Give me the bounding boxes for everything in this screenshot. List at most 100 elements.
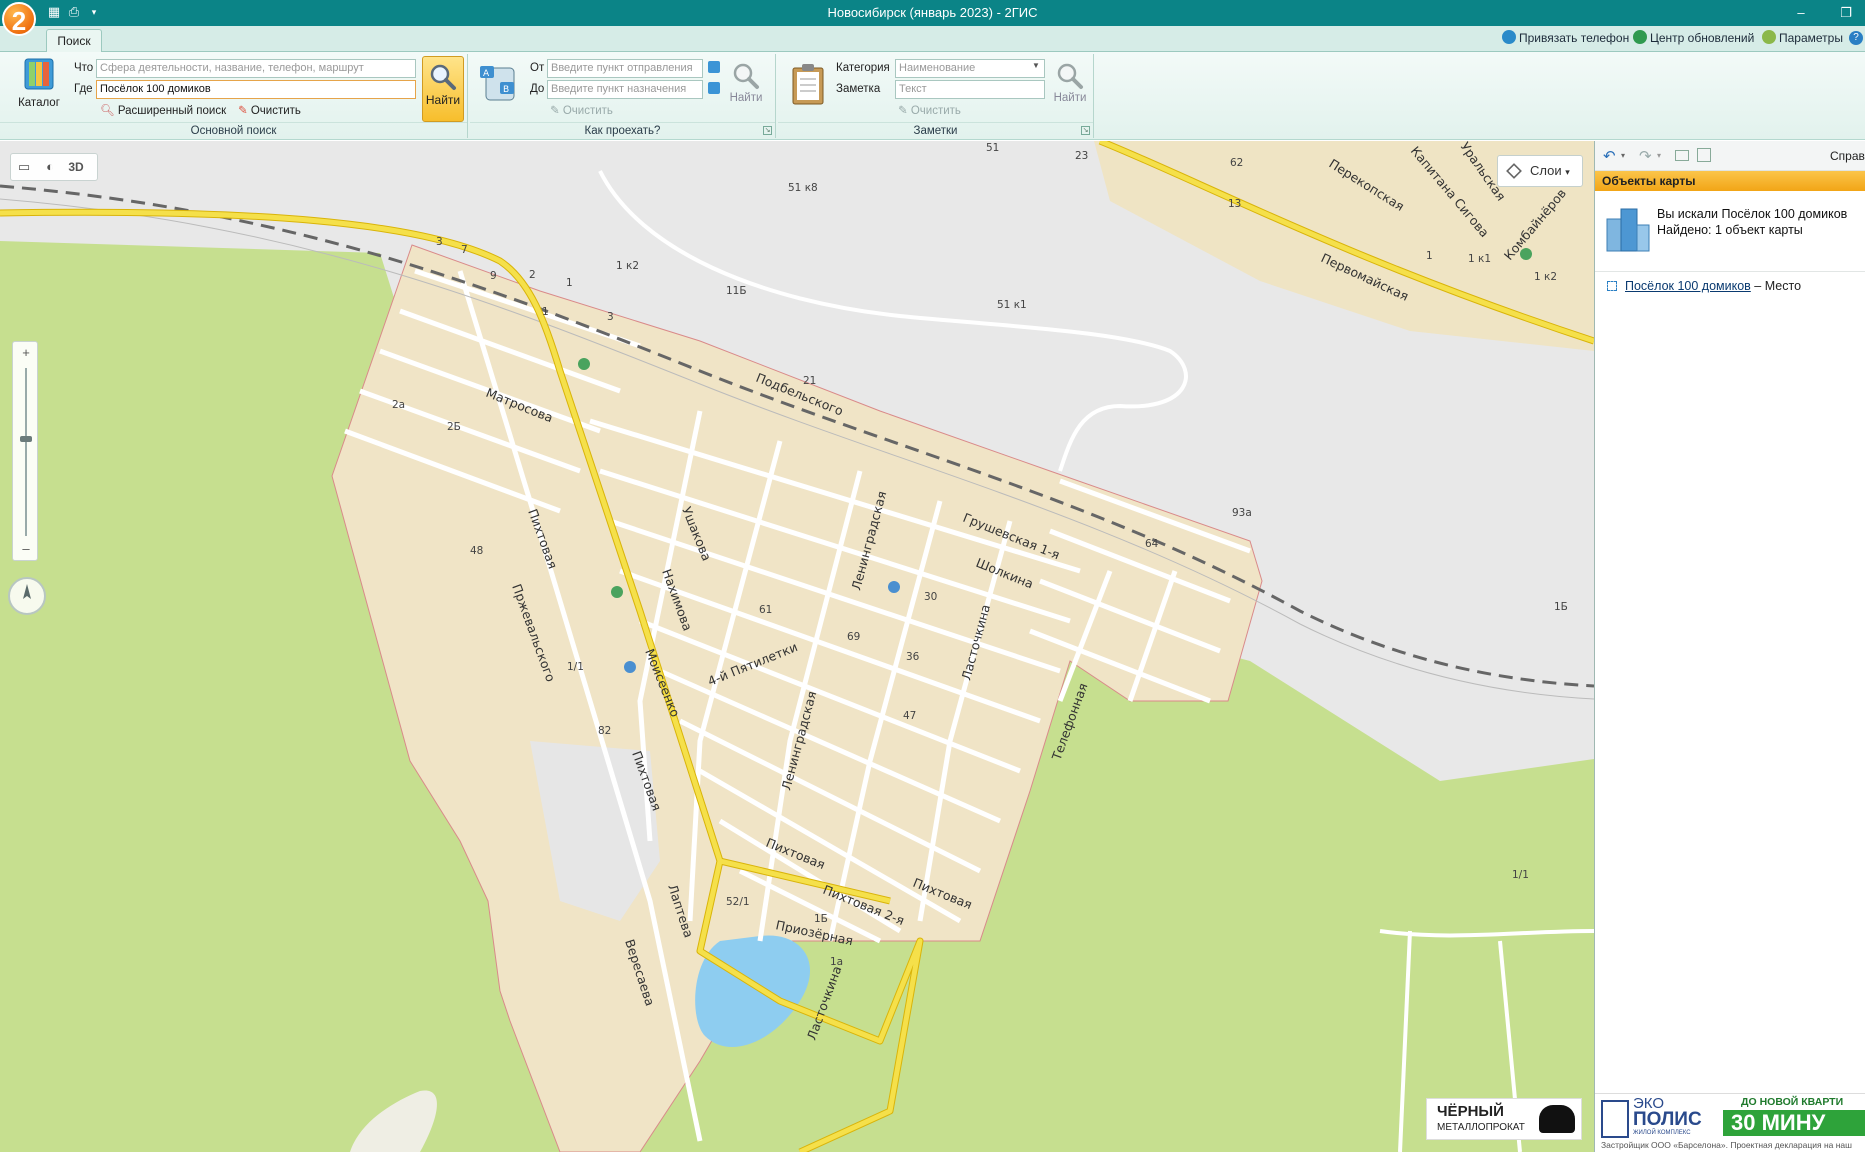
catalog-button[interactable]: Каталог: [10, 56, 68, 114]
panel-toolbar: ↶ ▾ ↷ ▾ Справ: [1595, 141, 1865, 171]
eraser-icon: ✎: [550, 105, 560, 117]
house-number-label: 1а: [830, 956, 843, 968]
route-to-input[interactable]: Введите пункт назначения: [547, 80, 703, 99]
link-parameters[interactable]: Параметры: [1762, 30, 1843, 45]
minimize-button[interactable]: –: [1787, 0, 1815, 26]
category-dropdown-icon[interactable]: ▼: [1032, 61, 1040, 70]
house-number-label: 82: [598, 725, 611, 737]
link-update-center[interactable]: Центр обновлений: [1633, 30, 1754, 45]
house-number-label: 1: [542, 306, 549, 318]
layers-button[interactable]: Слои ▾: [1497, 155, 1583, 187]
map-canvas[interactable]: Первомайская Перекопская Капитана Сигова…: [0, 141, 1594, 1152]
app-logo[interactable]: 2: [2, 2, 36, 36]
poi-icon[interactable]: [578, 358, 590, 370]
panel-advertisement[interactable]: ЭКО ПОЛИС ЖИЛОЙ КОМПЛЕКС ДО НОВОЙ КВАРТИ…: [1595, 1093, 1865, 1152]
back-icon[interactable]: ↶: [1603, 147, 1616, 165]
ad-brand-sub: ЖИЛОЙ КОМПЛЕКС: [1633, 1130, 1691, 1136]
lake: [695, 935, 811, 1048]
house-number-label: 51: [986, 142, 999, 154]
where-input[interactable]: Посёлок 100 домиков: [96, 80, 416, 99]
category-label: Категория: [836, 62, 890, 74]
sand-area: [350, 1090, 437, 1152]
zoom-in-button[interactable]: +: [13, 342, 39, 364]
house-number-label: 52/1: [726, 896, 750, 908]
poi-icon[interactable]: [611, 586, 623, 598]
result-type: – Место: [1750, 279, 1802, 293]
route-clear-button[interactable]: ✎ Очистить: [550, 103, 613, 117]
ruler-icon[interactable]: ▭: [11, 154, 37, 180]
notes-icon: [792, 64, 824, 105]
route-from-input[interactable]: Введите пункт отправления: [547, 59, 703, 78]
route-find-button[interactable]: Найти: [726, 56, 766, 122]
eraser-icon: ✎: [898, 105, 908, 117]
result-item[interactable]: Посёлок 100 домиков – Место: [1625, 279, 1801, 293]
forward-icon[interactable]: ↷: [1639, 147, 1652, 165]
notes-find-button[interactable]: Найти: [1050, 56, 1090, 122]
refresh-icon: [1633, 30, 1647, 44]
search-icon: [733, 63, 759, 89]
results-panel: ↶ ▾ ↷ ▾ Справ Объекты карты Вы искали По…: [1594, 141, 1865, 1152]
pick-to-icon[interactable]: [708, 82, 720, 94]
ad-promo-line2: 30 МИНУ: [1723, 1110, 1865, 1136]
group-notes: Категория Наименование ▼ Заметка Текст ✎…: [778, 54, 1094, 138]
collapse-icon[interactable]: [1675, 150, 1689, 161]
house-number-label: 7: [461, 244, 468, 256]
compass-icon[interactable]: [8, 577, 46, 615]
orbit-icon[interactable]: ◐: [37, 154, 63, 180]
maximize-button[interactable]: ❐: [1832, 0, 1860, 26]
panel-header: Объекты карты: [1595, 171, 1865, 191]
route-dialog-launcher[interactable]: ↘: [763, 126, 772, 135]
link-bind-phone-label: Привязать телефон: [1519, 31, 1630, 45]
advanced-search-button[interactable]: 🔍︎ Расширенный поиск: [100, 103, 226, 117]
house-number-label: 11Б: [726, 285, 747, 297]
clear-search-button[interactable]: ✎ Очистить: [238, 103, 301, 117]
found-count: Найдено: 1 объект карты: [1657, 223, 1803, 237]
zoom-track[interactable]: [25, 368, 27, 536]
search-icon: [1057, 63, 1083, 89]
app-window: 2 ▦ ⎙ ▾ Новосибирск (январь 2023) - 2ГИС…: [0, 0, 1865, 1152]
route-clear-label: Очистить: [562, 105, 613, 117]
group-basic-search-title: Основной поиск: [0, 122, 467, 138]
what-input[interactable]: Сфера деятельности, название, телефон, м…: [96, 59, 416, 78]
expand-icon[interactable]: [1697, 148, 1711, 162]
tab-search[interactable]: Поиск: [46, 29, 102, 52]
back-dropdown-icon[interactable]: ▾: [1621, 151, 1625, 160]
pick-from-icon[interactable]: [708, 61, 720, 73]
north-arrow-icon: [23, 584, 31, 599]
group-route: A B От Введите пункт отправления До Введ…: [470, 54, 776, 138]
ribbon-panel: Каталог Что Сфера деятельности, название…: [0, 52, 1865, 140]
map-view[interactable]: Первомайская Перекопская Капитана Сигова…: [0, 141, 1594, 1152]
house-number-label: 1/1: [1512, 869, 1529, 881]
help-icon[interactable]: ?: [1849, 31, 1863, 45]
find-label: Найти: [425, 93, 461, 107]
notes-clear-button[interactable]: ✎ Очистить: [898, 103, 961, 117]
find-button[interactable]: Найти: [422, 56, 464, 122]
chevron-down-icon: ▾: [1565, 167, 1570, 177]
house-number-label: 9: [490, 270, 497, 282]
map-toolbar: ▭ ◐ 3D: [10, 153, 98, 181]
result-link[interactable]: Посёлок 100 домиков: [1625, 279, 1751, 293]
link-bind-phone[interactable]: Привязать телефон: [1502, 30, 1629, 45]
category-select[interactable]: Наименование: [895, 59, 1045, 78]
forward-dropdown-icon[interactable]: ▾: [1657, 151, 1661, 160]
house-number-label: 1 к1: [1468, 253, 1491, 265]
notes-dialog-launcher[interactable]: ↘: [1081, 126, 1090, 135]
house-number-label: 64: [1145, 538, 1159, 550]
help-reference-link[interactable]: Справ: [1830, 149, 1865, 163]
ad-legal-text: Застройщик ООО «Барселона». Проектная де…: [1601, 1140, 1852, 1150]
poi-icon[interactable]: [1520, 248, 1532, 260]
ad-promo-line1: ДО НОВОЙ КВАРТИ: [1741, 1096, 1844, 1108]
zoom-out-button[interactable]: –: [13, 538, 39, 560]
view-3d-button[interactable]: 3D: [63, 154, 89, 180]
house-number-label: 51 к1: [997, 299, 1027, 311]
note-input[interactable]: Текст: [895, 80, 1045, 99]
school-icon[interactable]: [624, 661, 636, 673]
zoom-slider-handle[interactable]: [20, 436, 32, 442]
house-number-label: 48: [470, 545, 483, 557]
route-to-label: До: [530, 83, 545, 95]
ecopolis-logo-icon: [1601, 1100, 1629, 1138]
route-find-label: Найти: [729, 92, 763, 104]
house-number-label: 1: [1426, 250, 1433, 262]
poi-icon[interactable]: [888, 581, 900, 593]
map-advertisement[interactable]: ЧЁРНЫЙ МЕТАЛЛОПРОКАТ: [1426, 1098, 1582, 1140]
